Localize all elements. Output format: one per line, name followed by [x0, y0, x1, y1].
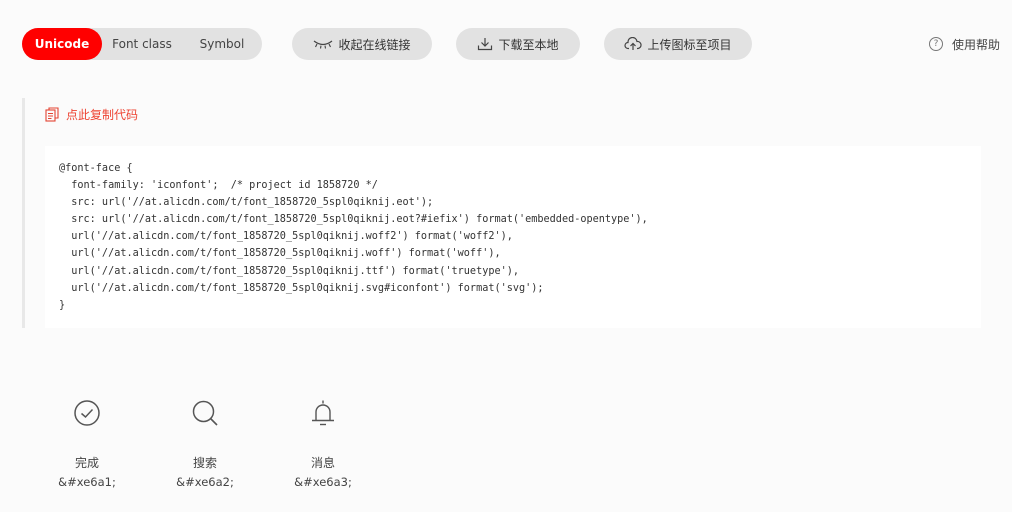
icon-code: &#xe6a3;	[294, 475, 352, 489]
icon-name: 消息	[310, 456, 335, 470]
collapse-online-link-label: 收起在线链接	[338, 37, 411, 52]
code-line: font-family: 'iconfont'; /* project id 1…	[59, 180, 378, 192]
check-circle-icon	[74, 400, 100, 426]
code-line: url('//at.alicdn.com/t/font_1858720_5spl…	[59, 231, 513, 243]
help-label: 使用帮助	[951, 37, 1000, 52]
icon-card[interactable]: 搜索 &#xe6a2;	[146, 390, 264, 500]
download-to-local-label: 下载至本地	[498, 37, 559, 52]
code-line: src: url('//at.alicdn.com/t/font_1858720…	[59, 197, 434, 209]
copy-code-link[interactable]: 点此复制代码	[45, 106, 138, 123]
icon-code: &#xe6a2;	[176, 475, 234, 489]
format-tabs: Unicode Font class Symbol	[22, 28, 262, 60]
copy-document-icon	[45, 107, 59, 122]
icon-card[interactable]: 完成 &#xe6a1;	[28, 390, 146, 500]
iconfont-project-page: Unicode Font class Symbol 收起在线链接 下载至本地 上…	[0, 0, 1012, 512]
cloud-upload-icon	[624, 37, 643, 50]
tab-symbol[interactable]: Symbol	[182, 28, 262, 60]
code-line: url('//at.alicdn.com/t/font_1858720_5spl…	[59, 248, 501, 260]
code-block: @font-face { font-family: 'iconfont'; /*…	[45, 146, 981, 328]
code-line: }	[59, 299, 66, 311]
copy-code-label: 点此复制代码	[66, 108, 139, 122]
icon-grid: 完成 &#xe6a1; 搜索 &#xe6a2; 消息 &#xe6a3;	[28, 390, 428, 500]
upload-icons-label: 上传图标至项目	[647, 37, 732, 52]
download-to-local-button[interactable]: 下载至本地	[456, 28, 580, 60]
font-face-code-section: 点此复制代码 @font-face { font-family: 'iconfo…	[22, 98, 985, 328]
help-link[interactable]: ? 使用帮助	[928, 28, 1000, 60]
code-line: src: url('//at.alicdn.com/t/font_1858720…	[59, 214, 648, 226]
toolbar: Unicode Font class Symbol 收起在线链接 下载至本地 上…	[22, 28, 1000, 60]
icon-name: 搜索	[192, 456, 217, 470]
search-icon	[192, 400, 218, 426]
icon-code: &#xe6a1;	[58, 475, 116, 489]
tab-unicode[interactable]: Unicode	[22, 28, 102, 60]
download-icon	[478, 38, 493, 51]
closed-eye-icon	[314, 40, 333, 49]
code-line: url('//at.alicdn.com/t/font_1858720_5spl…	[59, 282, 544, 294]
question-circle-icon: ?	[928, 37, 943, 51]
upload-icons-button[interactable]: 上传图标至项目	[604, 28, 752, 60]
tab-font-class[interactable]: Font class	[102, 28, 182, 60]
bell-icon	[312, 400, 334, 426]
code-line: @font-face {	[59, 163, 133, 174]
collapse-online-link-button[interactable]: 收起在线链接	[292, 28, 432, 60]
icon-card[interactable]: 消息 &#xe6a3;	[264, 390, 382, 500]
code-line: url('//at.alicdn.com/t/font_1858720_5spl…	[59, 265, 520, 277]
icon-name: 完成	[74, 456, 99, 470]
